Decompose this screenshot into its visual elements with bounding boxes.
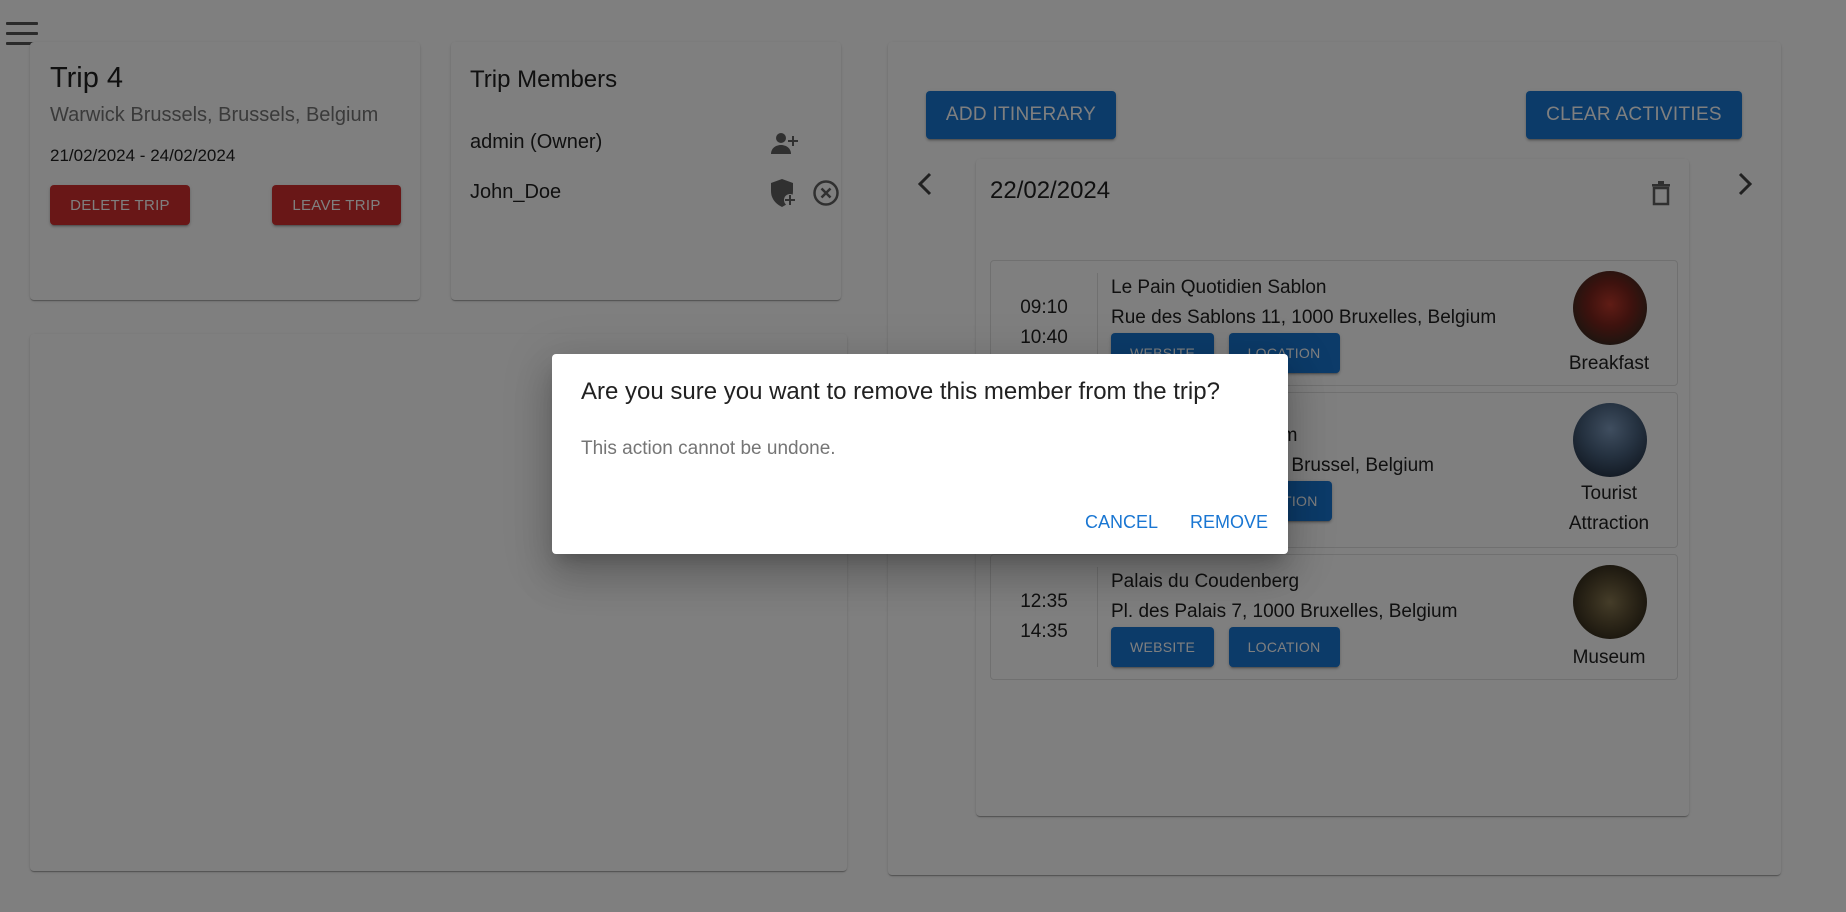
cancel-button[interactable]: CANCEL xyxy=(1077,504,1166,540)
dialog-text: This action cannot be undone. xyxy=(581,438,836,459)
remove-button[interactable]: REMOVE xyxy=(1182,504,1276,540)
dialog-title: Are you sure you want to remove this mem… xyxy=(581,378,1220,405)
remove-member-dialog: Are you sure you want to remove this mem… xyxy=(552,354,1288,554)
trip-page: Trip 4 Warwick Brussels, Brussels, Belgi… xyxy=(0,0,1846,912)
